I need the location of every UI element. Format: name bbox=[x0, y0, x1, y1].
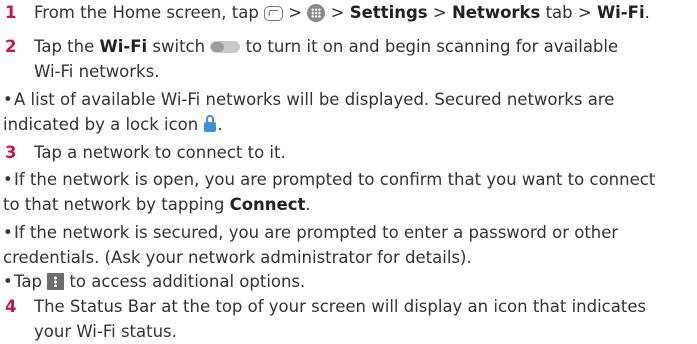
step-text: Tap the Wi-Fi switch to turn it on and b… bbox=[34, 35, 684, 84]
lock-icon bbox=[203, 114, 217, 133]
step-number: 4 bbox=[5, 297, 17, 316]
step-text: From the Home screen, tap > > Settings >… bbox=[34, 1, 684, 26]
wifi-label: Wi-Fi bbox=[596, 3, 645, 22]
step-text: The Status Bar at the top of your screen… bbox=[34, 295, 684, 344]
bullet-additional-options: •Tap to access additional options. bbox=[3, 270, 693, 295]
home-key-icon bbox=[264, 6, 284, 21]
bullet-text: indicated by a lock icon bbox=[3, 114, 204, 134]
networks-label: Networks bbox=[451, 3, 541, 22]
bullet-text: If the network is open, you are prompted… bbox=[14, 170, 656, 189]
bullet-text: Tap bbox=[14, 272, 48, 291]
bullet-dot: • bbox=[3, 90, 13, 109]
step-text-part: Tap the bbox=[34, 37, 100, 56]
bullet-dot: • bbox=[3, 272, 13, 291]
wifi-label: Wi-Fi bbox=[99, 37, 148, 56]
step-number: 3 bbox=[5, 143, 17, 162]
step-text-part: From the Home screen, tap bbox=[34, 3, 265, 22]
menu-icon bbox=[47, 273, 65, 290]
step-text-part: switch bbox=[147, 37, 211, 56]
wifi-switch-icon bbox=[210, 41, 241, 53]
bullet-list-displayed: •A list of available Wi-Fi networks will… bbox=[3, 88, 693, 137]
separator: > bbox=[283, 3, 308, 22]
bullet-secured-network: •If the network is secured, you are prom… bbox=[3, 221, 693, 270]
step-text-part: Tap a network to connect to it. bbox=[34, 143, 286, 162]
bullet-text: to access additional options. bbox=[64, 272, 306, 291]
step-number: 1 bbox=[5, 3, 17, 22]
settings-label: Settings bbox=[349, 3, 428, 22]
bullet-text: If the network is secured, you are promp… bbox=[14, 223, 619, 242]
step-text: Tap a network to connect to it. bbox=[34, 141, 684, 166]
bullet-text: A list of available Wi-Fi networks will … bbox=[14, 90, 615, 109]
step-text-part: to turn it on and begin scanning for ava… bbox=[240, 37, 619, 56]
step-text-part: Wi-Fi networks. bbox=[34, 61, 160, 81]
step-text-part: your Wi-Fi status. bbox=[34, 321, 177, 341]
connect-label: Connect bbox=[229, 194, 306, 214]
step-text-part: tab > bbox=[540, 3, 597, 22]
bullet-dot: • bbox=[3, 223, 13, 242]
step-number: 2 bbox=[5, 37, 17, 56]
bullet-text: . bbox=[305, 194, 311, 214]
bullet-text: credentials. (Ask your network administr… bbox=[3, 247, 472, 267]
instructions-page: 1 From the Home screen, tap > > Settings… bbox=[0, 0, 697, 343]
bullet-text: to that network by tapping bbox=[3, 194, 230, 214]
bullet-dot: • bbox=[3, 170, 13, 189]
bullet-text: . bbox=[217, 114, 223, 134]
lock-body bbox=[204, 121, 217, 132]
step-text-part: The Status Bar at the top of your screen… bbox=[34, 297, 647, 316]
apps-icon bbox=[307, 4, 326, 22]
bullet-open-network: •If the network is open, you are prompte… bbox=[3, 168, 693, 217]
separator: > bbox=[427, 3, 452, 22]
step-text-part: . bbox=[644, 3, 650, 22]
switch-knob bbox=[211, 42, 225, 52]
separator: > bbox=[325, 3, 350, 22]
